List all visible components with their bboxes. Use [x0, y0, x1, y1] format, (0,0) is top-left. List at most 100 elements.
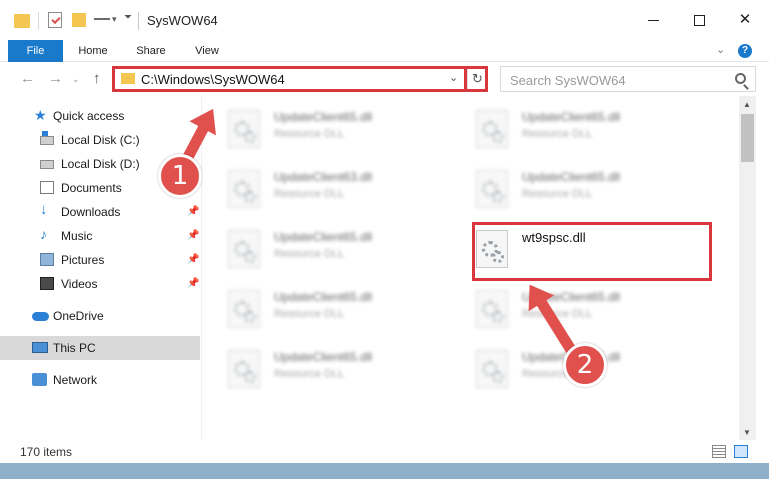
scroll-down-icon[interactable]: ▼ [743, 428, 751, 437]
sidebar-item-label: Local Disk (C:) [61, 133, 140, 147]
sidebar-item-label: This PC [53, 341, 96, 355]
window-title: SysWOW64 [147, 13, 218, 28]
sidebar-item-this-pc[interactable]: This PC [0, 336, 200, 360]
pin-icon[interactable]: 📌 [187, 230, 199, 241]
vertical-scrollbar[interactable]: ▲ ▼ [739, 96, 756, 440]
close-button[interactable]: ✕ [722, 0, 768, 40]
title-bar: ▾ ⏷ SysWOW64 ✕ [0, 0, 769, 40]
list-item[interactable]: UpdateClient65.dll Resource DLL [202, 280, 432, 336]
list-item[interactable]: UpdateClient65.dll Resource DLL [450, 100, 680, 156]
network-icon [32, 373, 47, 386]
sidebar-item-label: Pictures [61, 253, 105, 267]
file-type: Resource DLL [274, 368, 345, 380]
drive-c-icon [40, 131, 54, 145]
sidebar-item-downloads[interactable]: ↓ Downloads 📌 [0, 200, 200, 224]
dll-file-icon [476, 110, 508, 148]
list-item[interactable]: UpdateClient63.dll Resource DLL [202, 160, 432, 216]
folder-icon[interactable] [14, 14, 30, 28]
properties-icon[interactable] [48, 12, 62, 28]
pictures-icon [40, 253, 54, 266]
downloads-icon: ↓ [40, 201, 48, 218]
list-item[interactable]: UpdateClient65.dll Resource DLL [202, 220, 432, 276]
item-count: 170 items [20, 445, 73, 459]
pin-icon[interactable]: 📌 [187, 254, 199, 265]
dll-file-icon [228, 350, 260, 388]
list-item[interactable]: UpdateClient65.dll Resource DLL [202, 340, 432, 396]
maximize-icon [694, 15, 705, 26]
file-type: Resource DLL [522, 188, 593, 200]
dll-file-icon [228, 230, 260, 268]
ribbon-tabs: File Home Share View ⌄ ? [0, 40, 769, 96]
list-item[interactable]: UpdateClient65.dll Resource DLL [450, 280, 680, 336]
search-placeholder: Search SysWOW64 [510, 73, 626, 88]
sidebar-item-label: Music [61, 229, 93, 243]
sidebar-item-label: OneDrive [53, 309, 104, 323]
sidebar-item-label: Quick access [53, 109, 125, 123]
file-type: Resource DLL [274, 188, 345, 200]
documents-icon [40, 181, 54, 194]
large-icons-view-icon[interactable] [734, 445, 748, 458]
sidebar-item-network[interactable]: Network [0, 368, 200, 392]
tab-view[interactable]: View [184, 40, 230, 62]
file-type: Resource DLL [274, 308, 345, 320]
up-button[interactable]: ↑ [93, 70, 101, 87]
dll-file-icon [228, 170, 260, 208]
dll-file-icon [476, 350, 508, 388]
file-type: Resource DLL [274, 128, 345, 140]
file-name: UpdateClient65.dll [274, 230, 373, 244]
minimize-button[interactable] [630, 0, 676, 40]
scrollbar-thumb[interactable] [741, 114, 754, 162]
divider [38, 12, 39, 30]
minimize-icon [648, 20, 659, 21]
sidebar-item-local-disk-c[interactable]: Local Disk (C:) [0, 128, 200, 152]
tab-home[interactable]: Home [70, 40, 116, 62]
pin-icon[interactable]: 📌 [187, 206, 199, 217]
details-view-icon[interactable] [712, 445, 726, 458]
music-icon: ♪ [40, 226, 47, 242]
desktop-background [0, 463, 769, 479]
customize-toolbar-icon[interactable]: ⏷ [124, 12, 132, 23]
help-icon[interactable]: ? [738, 44, 752, 58]
onedrive-icon [32, 312, 49, 321]
navigation-bar: ← → ⌄ ↑ C:\Windows\SysWOW64 ⌄ ↻ Search S… [0, 62, 769, 96]
file-name: UpdateClient65.dll [274, 350, 373, 364]
view-options-icon[interactable] [94, 12, 110, 26]
back-button[interactable]: ← [20, 70, 35, 87]
sidebar-item-quick-access[interactable]: ★ Quick access [0, 104, 200, 128]
sidebar-item-label: Documents [61, 181, 122, 195]
dll-file-icon [476, 170, 508, 208]
new-folder-icon[interactable] [72, 13, 86, 27]
list-item[interactable]: UpdateClient65.dll Resource DLL [450, 160, 680, 216]
list-item[interactable]: UpdateClient65.dll Resource DLL [202, 100, 432, 156]
sidebar-item-label: Videos [61, 277, 98, 291]
star-icon: ★ [34, 107, 47, 123]
file-name: UpdateClient63.dll [274, 170, 373, 184]
tab-share[interactable]: Share [128, 40, 174, 62]
sidebar-item-music[interactable]: ♪ Music 📌 [0, 224, 200, 248]
recent-locations-button[interactable]: ⌄ [72, 74, 80, 85]
search-input[interactable]: Search SysWOW64 [500, 66, 756, 92]
search-icon[interactable] [735, 73, 746, 84]
expand-ribbon-icon[interactable]: ⌄ [716, 43, 725, 56]
divider [138, 12, 139, 30]
chevron-down-icon[interactable]: ▾ [112, 14, 117, 25]
sidebar-item-onedrive[interactable]: OneDrive [0, 304, 200, 328]
sidebar-item-pictures[interactable]: Pictures 📌 [0, 248, 200, 272]
file-type: Resource DLL [522, 128, 593, 140]
sidebar-item-label: Local Disk (D:) [61, 157, 140, 171]
address-highlight-box [112, 66, 467, 92]
sidebar-item-videos[interactable]: Videos 📌 [0, 272, 200, 296]
file-type: Resource DLL [274, 248, 345, 260]
target-file-highlight-box [472, 222, 712, 281]
file-name: UpdateClient65.dll [522, 170, 621, 184]
scroll-up-icon[interactable]: ▲ [743, 100, 751, 109]
sidebar-item-label: Downloads [61, 205, 121, 219]
step-badge-2: 2 [563, 343, 607, 387]
drive-d-icon [40, 160, 54, 169]
pin-icon[interactable]: 📌 [187, 278, 199, 289]
videos-icon [40, 277, 54, 290]
forward-button[interactable]: → [48, 70, 63, 87]
maximize-button[interactable] [676, 0, 722, 40]
dll-file-icon [476, 290, 508, 328]
sidebar-item-label: Network [53, 373, 98, 387]
